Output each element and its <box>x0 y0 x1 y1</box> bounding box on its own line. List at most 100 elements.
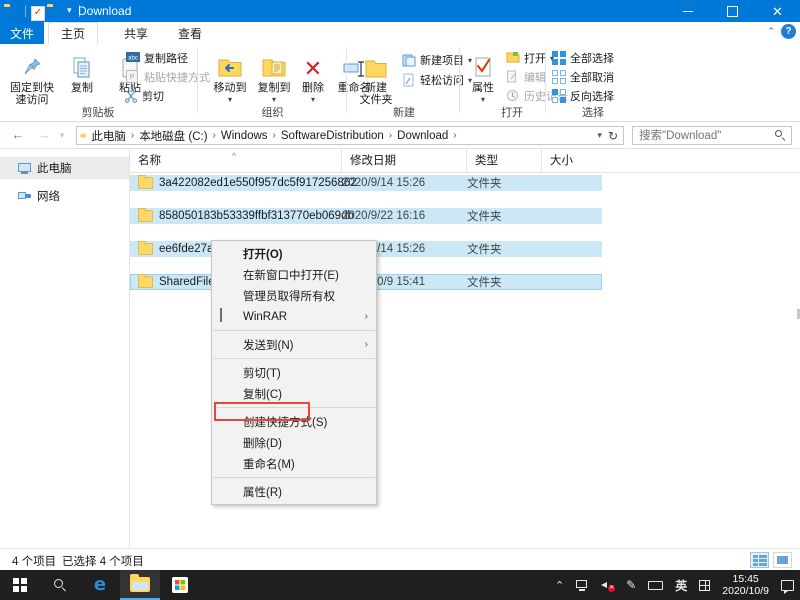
select-all-label: 全部选择 <box>570 50 614 66</box>
address-bar: ← → ▾ ↑ › 此电脑 › 本地磁盘 (C:) › Windows › So… <box>0 122 800 148</box>
delete-button[interactable]: ✕ 删除 ▾ <box>292 50 334 106</box>
breadcrumb-item-4[interactable]: Download <box>393 130 452 142</box>
search-icon[interactable] <box>775 130 786 141</box>
pin-to-quick-access-button[interactable]: 固定到快 速访问 <box>6 50 58 106</box>
chevron-down-icon[interactable]: ▾ <box>65 5 74 16</box>
microsoft-store-button[interactable] <box>160 570 200 600</box>
svg-text:abc: abc <box>128 56 138 62</box>
edge-button[interactable]: e <box>80 570 120 600</box>
sidebar-item-network[interactable]: 网络 <box>0 185 129 207</box>
new-item-icon <box>402 53 416 67</box>
sidebar-item-this-pc[interactable]: 此电脑 <box>0 157 129 179</box>
new-folder-button[interactable]: 新建 文件夹 <box>354 50 398 106</box>
file-explorer-button[interactable] <box>120 570 160 600</box>
show-hidden-icons-button[interactable]: ⌃ <box>549 570 570 600</box>
close-button[interactable]: ✕ <box>755 0 800 22</box>
tab-file[interactable]: 文件 <box>0 22 44 44</box>
scissors-icon <box>124 89 138 103</box>
new-folder-icon[interactable] <box>47 3 63 19</box>
start-button[interactable] <box>0 570 40 600</box>
large-icons-view-button[interactable] <box>773 552 792 568</box>
context-menu-item-copy[interactable]: 复制(C) <box>212 383 376 404</box>
quick-access-toolbar: ✓ ▾ <box>4 2 83 20</box>
column-date-modified[interactable]: 修改日期 <box>342 149 467 171</box>
context-menu-item-open-new-window[interactable]: 在新窗口中打开(E) <box>212 264 376 285</box>
notifications-icon[interactable] <box>775 570 800 600</box>
easy-access-label: 轻松访问 <box>420 72 464 88</box>
cut-button[interactable]: 剪切 <box>124 88 164 104</box>
touch-keyboard-icon[interactable] <box>642 570 669 600</box>
context-menu-item-open[interactable]: 打开(O) <box>212 243 376 264</box>
minimize-button[interactable] <box>665 0 710 22</box>
clock[interactable]: 15:45 2020/10/9 <box>716 573 775 597</box>
search-input[interactable] <box>637 129 775 143</box>
volume-muted-icon[interactable]: ✕ <box>595 570 620 600</box>
select-all-button[interactable]: 全部选择 <box>552 50 614 66</box>
chevron-right-icon: › <box>365 339 368 350</box>
chevron-down-icon[interactable]: ▾ <box>596 130 603 141</box>
context-menu-item-send-to[interactable]: 发送到(N) › <box>212 334 376 355</box>
context-menu: 打开(O) 在新窗口中打开(E) 管理员取得所有权 WinRAR › 发送到(N… <box>211 240 377 505</box>
easy-access-icon <box>402 73 416 87</box>
group-open-label: 打开 <box>462 104 562 120</box>
properties-icon[interactable]: ✓ <box>31 6 45 21</box>
table-row[interactable]: 3a422082ed1e550f957dc5f917256862 2020/9/… <box>130 175 602 191</box>
forward-button[interactable]: → <box>36 127 52 143</box>
select-none-button[interactable]: 全部取消 <box>552 69 614 85</box>
row-type-cell: 文件夹 <box>467 274 502 290</box>
folder-icon <box>138 210 153 222</box>
refresh-icon[interactable]: ↻ <box>608 129 618 143</box>
row-date-cell: 2020/9/22 16:16 <box>342 210 425 222</box>
copy-path-label: 复制路径 <box>144 50 188 66</box>
ime-pad-icon[interactable] <box>693 570 716 600</box>
table-row[interactable]: 858050183b53339ffbf313770eb069db 2020/9/… <box>130 208 602 224</box>
column-size[interactable]: 大小 <box>542 149 632 171</box>
tab-view[interactable]: 查看 <box>154 22 226 44</box>
open-icon <box>506 51 520 65</box>
context-menu-item-take-ownership[interactable]: 管理员取得所有权 <box>212 285 376 306</box>
back-button[interactable]: ← <box>10 127 26 143</box>
context-menu-item-delete[interactable]: 删除(D) <box>212 432 376 453</box>
column-name[interactable]: 名称 ^ <box>130 149 342 171</box>
clock-date: 2020/10/9 <box>722 585 769 597</box>
divider <box>25 5 26 17</box>
group-open: 属性 ▾ 打开 ▾ 编辑 历史记录 <box>462 44 562 122</box>
column-headers: 名称 ^ 修改日期 类型 大小 <box>130 149 800 173</box>
select-all-icon <box>552 51 566 65</box>
open-button[interactable]: 打开 ▾ <box>506 50 554 66</box>
context-menu-item-winrar[interactable]: WinRAR › <box>212 306 376 327</box>
pen-icon[interactable]: ✎ <box>620 570 642 600</box>
tab-home[interactable]: 主页 <box>48 22 98 44</box>
context-menu-item-properties[interactable]: 属性(R) <box>212 481 376 502</box>
breadcrumb-bar[interactable]: › 此电脑 › 本地磁盘 (C:) › Windows › SoftwareDi… <box>76 126 624 145</box>
context-menu-item-cut[interactable]: 剪切(T) <box>212 362 376 383</box>
breadcrumb-item-3[interactable]: SoftwareDistribution <box>277 130 388 142</box>
file-rows: 3a422082ed1e550f957dc5f917256862 2020/9/… <box>130 173 800 237</box>
row-name-cell: 858050183b53339ffbf313770eb069db <box>138 210 354 222</box>
maximize-button[interactable] <box>710 0 755 22</box>
group-select-label: 选择 <box>548 104 638 120</box>
chevron-up-icon[interactable]: ⌃ <box>767 26 775 37</box>
breadcrumb-item-1[interactable]: 本地磁盘 (C:) <box>135 128 211 144</box>
search-box[interactable] <box>632 126 792 145</box>
network-icon[interactable] <box>570 570 595 600</box>
copy-button[interactable]: 复制 <box>56 50 108 94</box>
invert-selection-button[interactable]: 反向选择 <box>552 88 614 104</box>
ime-language-button[interactable]: 英 <box>669 570 693 600</box>
group-new: 新建 文件夹 新建项目 ▾ 轻松访问 ▾ 新建 <box>350 44 458 122</box>
breadcrumb-item-0[interactable]: 此电脑 <box>87 128 130 144</box>
details-view-button[interactable] <box>750 552 769 568</box>
this-pc-icon <box>18 163 31 174</box>
menu-separator <box>213 330 375 331</box>
search-button[interactable] <box>40 570 80 600</box>
breadcrumb-item-2[interactable]: Windows <box>217 130 272 142</box>
file-explorer-window: ✓ ▾ Download ✕ 文件 主页 共享 查看 ⌃ ? <box>0 0 800 600</box>
help-icon[interactable]: ? <box>781 24 796 39</box>
copy-path-button[interactable]: abc 复制路径 <box>126 50 188 66</box>
context-menu-item-rename[interactable]: 重命名(M) <box>212 453 376 474</box>
edit-button[interactable]: 编辑 <box>506 69 546 85</box>
properties-button[interactable]: 属性 ▾ <box>464 50 502 106</box>
recent-locations-button[interactable]: ▾ <box>54 127 70 143</box>
column-type[interactable]: 类型 <box>467 149 542 171</box>
edit-label: 编辑 <box>524 69 546 85</box>
